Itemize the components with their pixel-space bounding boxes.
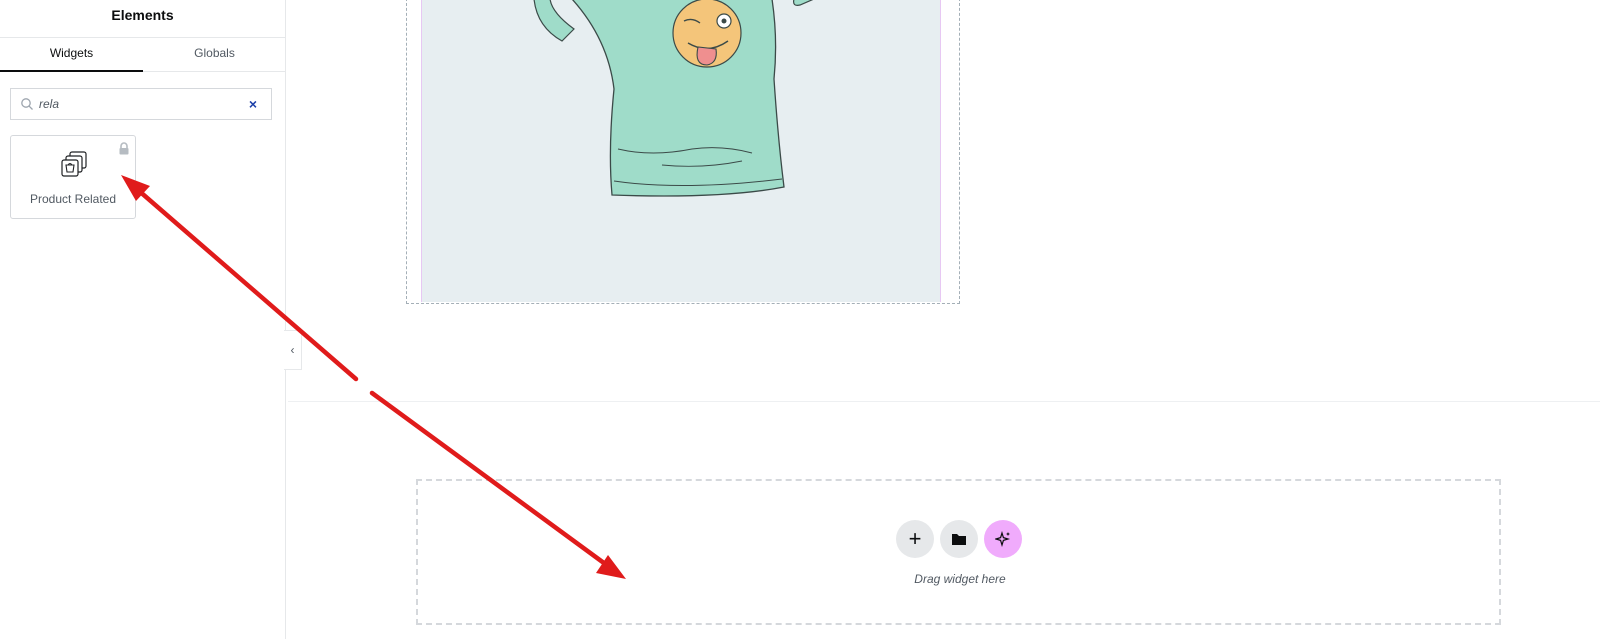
clear-search-icon[interactable]: × <box>249 95 257 113</box>
widget-label: Product Related <box>29 192 117 206</box>
panel-title: Elements <box>0 0 285 38</box>
tab-globals[interactable]: Globals <box>143 38 286 71</box>
add-section-button[interactable]: + <box>896 520 934 558</box>
widget-search[interactable]: × <box>10 88 272 120</box>
ai-build-button[interactable] <box>984 520 1022 558</box>
tshirt-illustration <box>533 0 814 197</box>
add-template-button[interactable] <box>940 520 978 558</box>
sparkle-icon <box>993 530 1011 548</box>
drag-widget-hint: Drag widget here <box>914 572 1006 586</box>
image-widget[interactable] <box>406 0 960 304</box>
panel-tabs: Widgets Globals <box>0 38 285 72</box>
lock-icon <box>119 142 129 155</box>
tab-widgets[interactable]: Widgets <box>0 38 143 72</box>
section-divider <box>288 401 1600 402</box>
plus-icon: + <box>908 526 922 551</box>
widget-product-related[interactable]: Product Related <box>10 135 136 219</box>
product-related-icon <box>61 151 87 177</box>
product-image <box>421 0 941 302</box>
search-input[interactable] <box>39 94 239 114</box>
folder-icon <box>952 534 966 545</box>
elements-panel: Elements Widgets Globals × Product Relat… <box>0 0 286 639</box>
collapse-panel-button[interactable]: ‹ <box>284 330 302 370</box>
search-icon <box>21 98 33 110</box>
